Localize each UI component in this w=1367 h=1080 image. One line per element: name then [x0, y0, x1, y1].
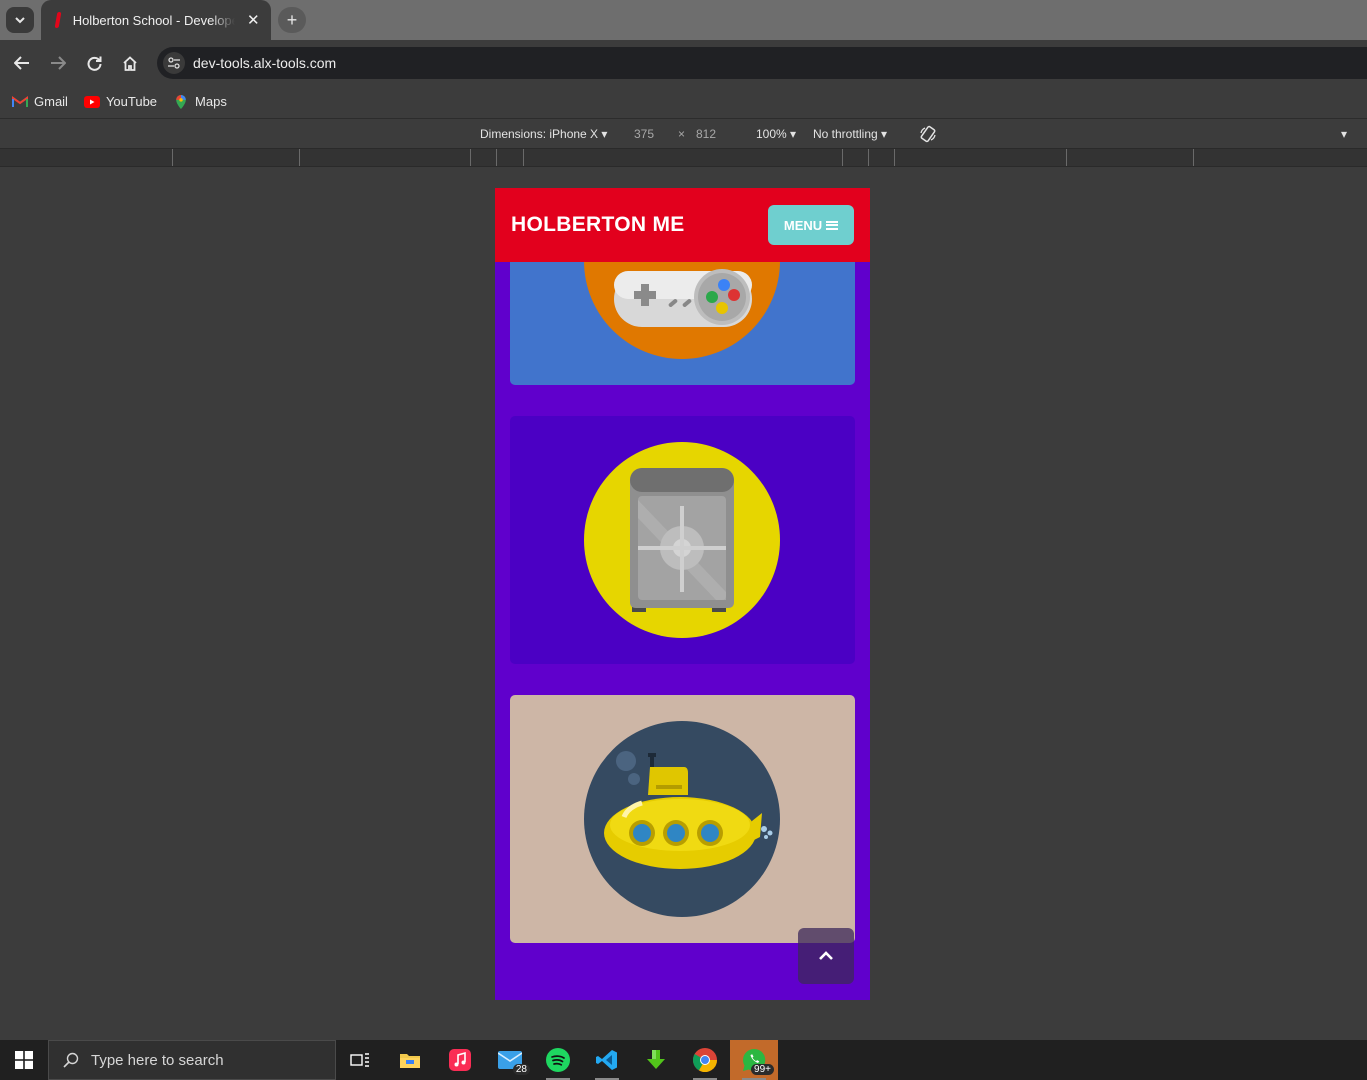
- bookmark-label: Maps: [195, 94, 227, 109]
- site-header: HOLBERTON ME MENU: [495, 188, 870, 262]
- new-tab-button[interactable]: +: [278, 7, 306, 33]
- gmail-icon: [12, 95, 28, 107]
- download-icon: [647, 1050, 665, 1069]
- safe-image: [584, 442, 780, 638]
- site-info-icon[interactable]: [163, 52, 185, 74]
- taskbar-search[interactable]: Type here to search: [48, 1040, 336, 1080]
- tab-strip: Holberton School - Developer t ✕ +: [0, 0, 1367, 40]
- submarine-icon: [604, 751, 773, 869]
- card-submarine: [510, 695, 855, 943]
- browser-toolbar: dev-tools.alx-tools.com: [0, 40, 1367, 85]
- download-manager-app[interactable]: [632, 1040, 680, 1080]
- card-safe: [510, 416, 855, 664]
- reload-icon[interactable]: [83, 52, 105, 74]
- bookmarks-bar: Gmail YouTube Maps: [0, 85, 1367, 119]
- address-bar[interactable]: dev-tools.alx-tools.com: [157, 47, 1367, 79]
- bookmark-youtube[interactable]: YouTube: [83, 94, 158, 109]
- bookmark-maps[interactable]: Maps: [173, 94, 227, 109]
- chrome-app[interactable]: [681, 1040, 729, 1080]
- spotify-icon: [546, 1048, 570, 1072]
- spotify-app[interactable]: [534, 1040, 582, 1080]
- start-button[interactable]: [0, 1040, 48, 1080]
- home-icon[interactable]: [119, 52, 141, 74]
- times-separator: ×: [678, 127, 686, 141]
- rotate-icon[interactable]: [919, 125, 937, 146]
- mail-badge: 28: [512, 1064, 530, 1075]
- windows-icon: [15, 1051, 33, 1069]
- device-dimensions-label: Dimensions: iPhone X: [480, 127, 599, 141]
- device-viewport: HOLBERTON ME MENU: [495, 188, 870, 1000]
- tab-active[interactable]: Holberton School - Developer t ✕: [41, 0, 271, 40]
- submarine-image: [584, 721, 780, 917]
- holberton-favicon-icon: [53, 12, 63, 28]
- bookmark-label: YouTube: [105, 94, 158, 109]
- youtube-icon: [83, 95, 100, 108]
- tab-title: Holberton School - Developer t: [72, 12, 236, 28]
- chrome-icon: [693, 1048, 717, 1072]
- bookmark-label: Gmail: [34, 94, 68, 109]
- mail-app[interactable]: 28: [486, 1040, 534, 1080]
- tab-search-button[interactable]: [6, 7, 34, 33]
- chevron-up-icon: [819, 951, 833, 960]
- throttling-label: No throttling: [813, 127, 878, 141]
- vscode-app[interactable]: [583, 1040, 631, 1080]
- device-width-input[interactable]: 375: [634, 127, 654, 141]
- task-view-button[interactable]: [336, 1040, 384, 1080]
- vscode-icon: [596, 1050, 617, 1070]
- site-brand[interactable]: HOLBERTON ME: [511, 213, 685, 237]
- music-app[interactable]: [436, 1040, 484, 1080]
- search-icon: [63, 1052, 79, 1068]
- taskbar: Type here to search 28 99+: [0, 1040, 1367, 1080]
- back-to-top-button[interactable]: [798, 928, 854, 984]
- back-icon[interactable]: [11, 52, 33, 74]
- device-height-input[interactable]: 812: [696, 127, 716, 141]
- media-query-bar[interactable]: [0, 148, 1367, 167]
- close-tab-icon[interactable]: ✕: [245, 11, 261, 29]
- maps-icon: [176, 94, 186, 109]
- menu-button[interactable]: MENU: [768, 205, 854, 245]
- music-icon: [449, 1049, 471, 1071]
- file-explorer-icon: [400, 1054, 420, 1068]
- zoom-label: 100%: [756, 127, 787, 141]
- device-toolbar-more-icon[interactable]: ▾: [1341, 127, 1347, 141]
- hamburger-icon: [826, 220, 839, 230]
- forward-icon[interactable]: [47, 52, 69, 74]
- throttling-select[interactable]: No throttling ▾: [813, 127, 887, 141]
- chevron-down-icon: [15, 16, 25, 23]
- search-placeholder: Type here to search: [91, 1051, 224, 1069]
- url-text: dev-tools.alx-tools.com: [193, 55, 337, 71]
- file-explorer-app[interactable]: [386, 1040, 434, 1080]
- whatsapp-badge: 99+: [751, 1064, 774, 1075]
- task-view-icon: [350, 1053, 369, 1067]
- device-dimensions-select[interactable]: Dimensions: iPhone X ▾: [480, 127, 607, 141]
- device-toolbar: Dimensions: iPhone X ▾ 375 × 812 100% ▾ …: [0, 120, 1367, 148]
- safe-icon: [630, 468, 734, 612]
- bookmark-gmail[interactable]: Gmail: [12, 94, 68, 109]
- menu-label: MENU: [783, 217, 823, 233]
- zoom-select[interactable]: 100% ▾: [756, 127, 796, 141]
- whatsapp-app[interactable]: 99+: [730, 1040, 778, 1080]
